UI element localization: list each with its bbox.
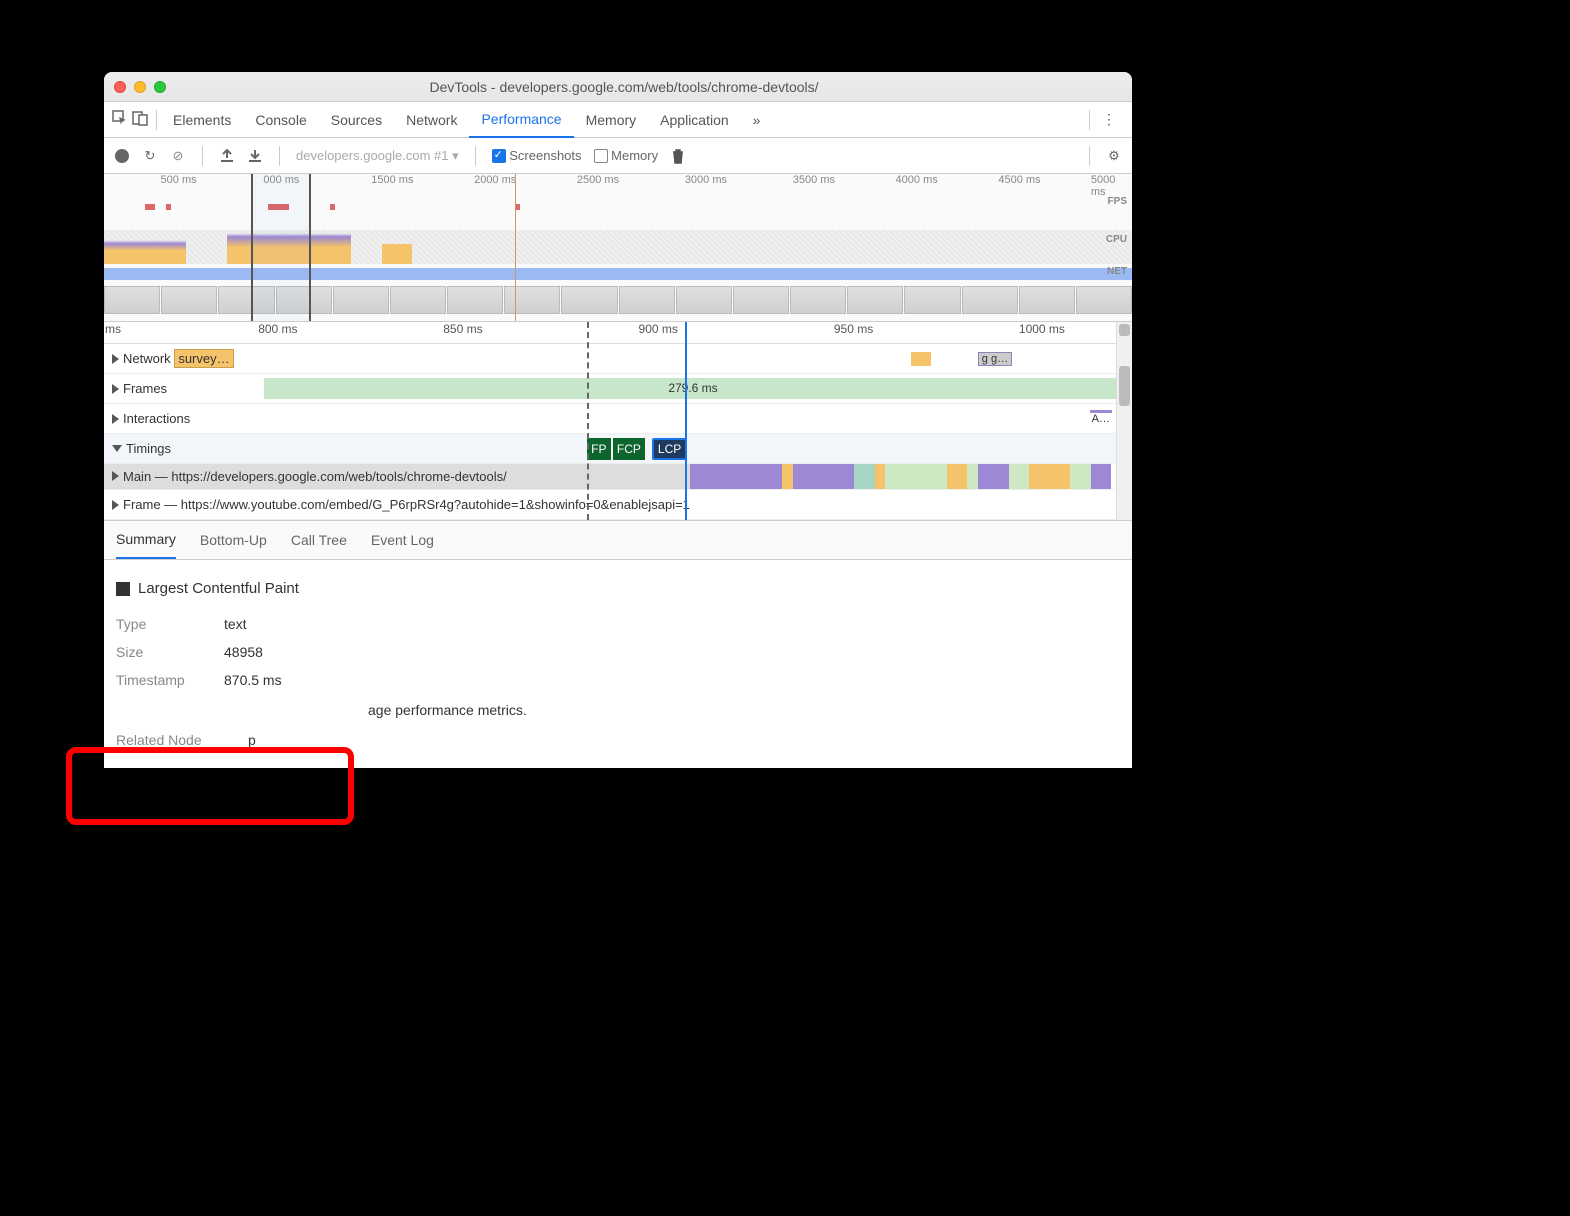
close-icon[interactable] [114,81,126,93]
interaction-item[interactable]: A… [1090,410,1112,426]
overview-viewport-handle[interactable] [251,174,311,321]
devtools-window: DevTools - developers.google.com/web/too… [104,72,1132,768]
device-toggle-icon[interactable] [132,110,148,129]
tab-application[interactable]: Application [648,102,741,138]
tab-memory[interactable]: Memory [574,102,649,138]
kebab-menu-icon[interactable]: ⋮ [1102,111,1116,128]
panel-tab-bottomup[interactable]: Bottom-Up [200,522,267,558]
garbage-collect-icon[interactable] [670,148,686,164]
detail-ruler: ms 800 ms 850 ms 900 ms 950 ms 1000 ms [104,322,1132,344]
tab-elements[interactable]: Elements [161,102,243,138]
separator [1089,146,1090,166]
network-track[interactable]: Network survey… g g… [104,344,1132,374]
network-request-item[interactable]: g g… [978,352,1012,366]
expand-icon[interactable] [112,384,119,394]
annotation-highlight [66,747,354,825]
size-label: Size [116,638,212,666]
reload-button[interactable]: ↻ [142,148,158,164]
fps-label: FPS [1108,196,1127,207]
devtools-tabs: Elements Console Sources Network Perform… [104,102,1132,138]
timings-track[interactable]: Timings FP FCP LCP [104,434,1132,464]
note-fragment: age performance metrics. [368,696,527,724]
panel-tab-summary[interactable]: Summary [116,521,176,559]
network-request-item[interactable] [911,352,931,366]
timing-fcp[interactable]: FCP [613,438,645,460]
lcp-marker-line [685,322,687,520]
separator [1089,110,1090,130]
type-value: text [224,610,247,638]
flamechart-area: ms 800 ms 850 ms 900 ms 950 ms 1000 ms N… [104,322,1132,520]
clear-button[interactable]: ⊘ [170,148,186,164]
tab-network[interactable]: Network [394,102,469,138]
memory-checkbox[interactable]: Memory [594,148,659,164]
screenshots-checkbox[interactable]: Screenshots [492,148,582,164]
timestamp-label: Timestamp [116,666,212,694]
vertical-scrollbar[interactable] [1116,322,1132,520]
separator [475,146,476,166]
panel-tab-eventlog[interactable]: Event Log [371,522,434,558]
detail-panel-tabs: Summary Bottom-Up Call Tree Event Log [104,520,1132,560]
timestamp-value: 870.5 ms [224,666,282,694]
interactions-track[interactable]: Interactions A… [104,404,1132,434]
titlebar: DevTools - developers.google.com/web/too… [104,72,1132,102]
size-value: 48958 [224,638,263,666]
separator [279,146,280,166]
expand-icon[interactable] [112,414,119,424]
settings-gear-icon[interactable]: ⚙ [1106,148,1122,164]
overview-pane[interactable]: 500 ms 000 ms 1500 ms 2000 ms 2500 ms 30… [104,174,1132,322]
timing-lcp[interactable]: LCP [652,438,687,460]
recording-selector[interactable]: developers.google.com #1 ▾ [296,148,459,164]
frame-thread-track[interactable]: Frame — https://www.youtube.com/embed/G_… [104,490,1132,520]
summary-panel: Largest Contentful Paint Type text Size 48… [104,560,1132,768]
expand-icon[interactable] [112,500,119,510]
main-thread-track[interactable]: Main — https://developers.google.com/web… [104,464,1132,490]
zoom-icon[interactable] [154,81,166,93]
tab-sources[interactable]: Sources [319,102,394,138]
separator [156,110,157,130]
cpu-label: CPU [1106,234,1127,245]
panel-tab-calltree[interactable]: Call Tree [291,522,347,558]
net-label: NET [1107,266,1127,277]
tabs-overflow-icon[interactable]: » [741,102,773,138]
summary-title: Largest Contentful Paint [116,574,1120,604]
record-button[interactable] [114,148,130,164]
performance-toolbar: ↻ ⊘ developers.google.com #1 ▾ Screensho… [104,138,1132,174]
type-label: Type [116,610,212,638]
timing-fp[interactable]: FP [587,438,610,460]
minimize-icon[interactable] [134,81,146,93]
expand-icon[interactable] [112,354,119,364]
network-request-item[interactable]: survey… [174,349,233,368]
load-profile-icon[interactable] [219,148,235,164]
save-profile-icon[interactable] [247,148,263,164]
tab-console[interactable]: Console [243,102,318,138]
window-title: DevTools - developers.google.com/web/too… [166,79,1122,95]
tab-performance[interactable]: Performance [469,102,573,138]
swatch-icon [116,582,130,596]
collapse-icon[interactable] [112,445,122,452]
inspect-icon[interactable] [112,110,128,129]
window-controls [114,81,166,93]
separator [202,146,203,166]
frames-track[interactable]: Frames 279.6 ms [104,374,1132,404]
frame-bar[interactable]: 279.6 ms [264,378,1122,399]
fp-marker-line [587,322,589,520]
expand-icon[interactable] [112,471,119,481]
